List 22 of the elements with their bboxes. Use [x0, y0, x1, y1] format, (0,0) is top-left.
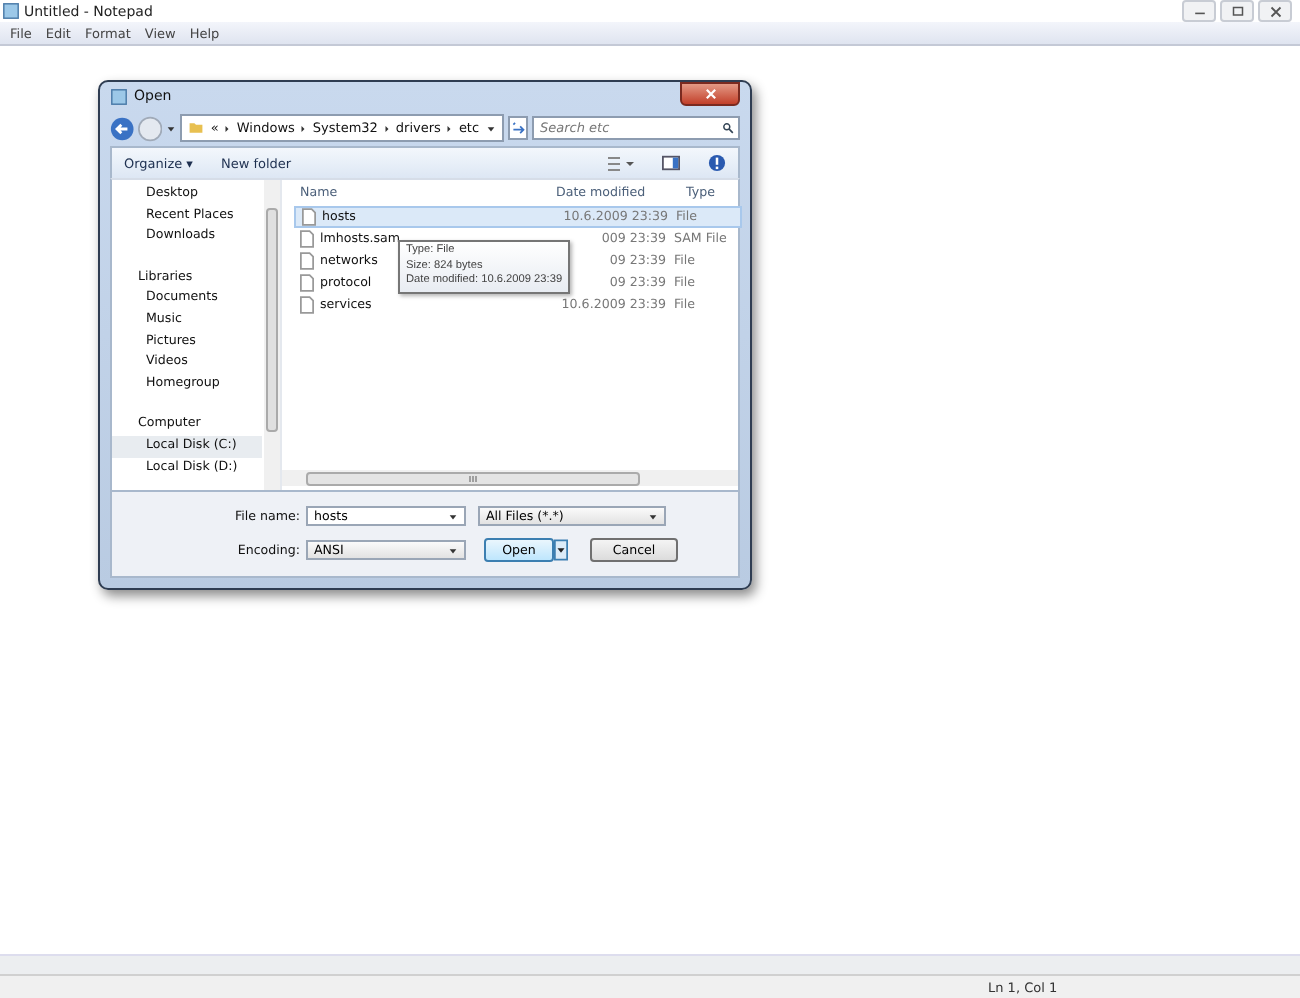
maximize-icon	[1229, 5, 1245, 17]
dropdown-arrow-icon[interactable]	[166, 123, 177, 133]
notepad-icon	[110, 87, 128, 105]
grip-icon	[468, 476, 478, 482]
preview-pane-icon[interactable]	[662, 154, 680, 172]
vertical-scrollbar[interactable]	[264, 180, 280, 490]
search-icon[interactable]	[722, 122, 735, 134]
refresh-icon[interactable]	[507, 116, 529, 140]
dropdown-arrow-icon	[648, 511, 658, 521]
horizontal-scrollbar[interactable]	[282, 470, 738, 486]
dropdown-arrow-icon	[448, 545, 458, 555]
view-options-icon[interactable]	[606, 155, 634, 171]
dropdown-arrow-icon[interactable]	[448, 511, 458, 521]
notepad-icon	[2, 2, 20, 20]
close-icon	[1267, 5, 1283, 17]
maximize-button[interactable]	[1220, 0, 1254, 22]
help-icon[interactable]	[708, 154, 726, 172]
close-button[interactable]	[680, 82, 740, 106]
open-options-icon[interactable]	[554, 538, 568, 562]
horizontal-scrollbar[interactable]	[0, 954, 1300, 974]
close-icon	[703, 88, 717, 100]
back-icon[interactable]	[110, 115, 135, 141]
